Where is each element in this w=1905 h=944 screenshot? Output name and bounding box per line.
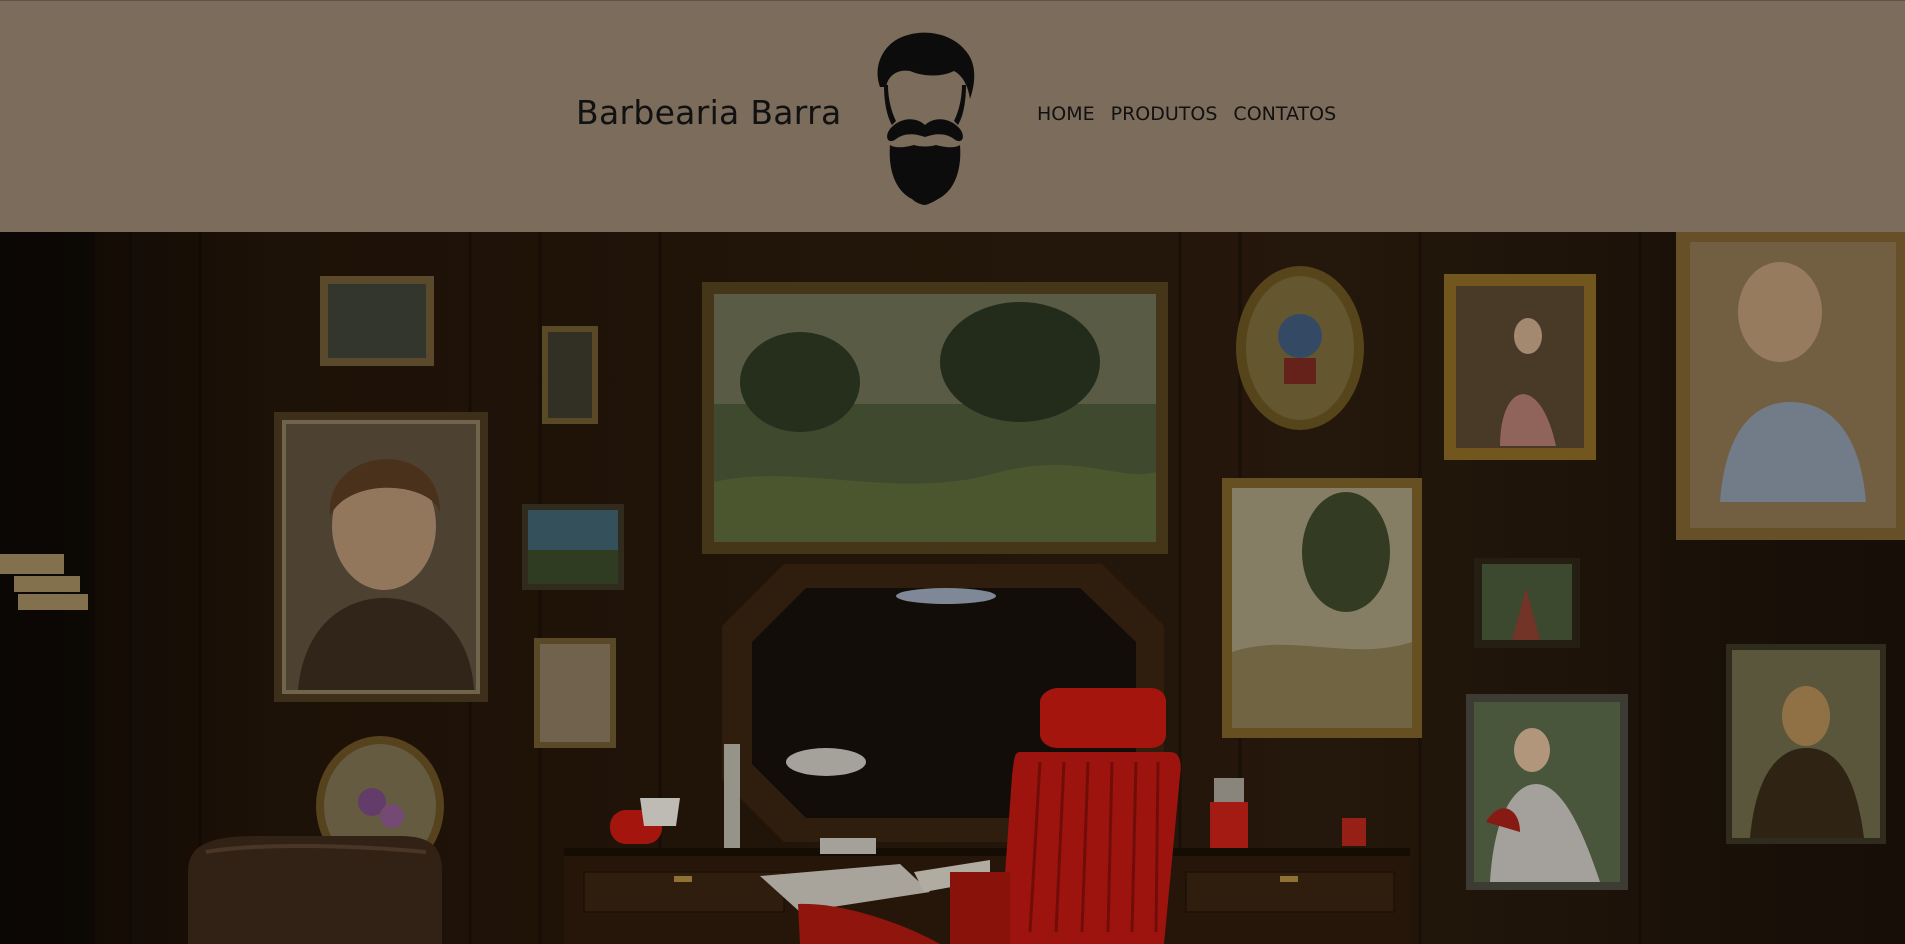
nav-produtos[interactable]: PRODUTOS (1111, 103, 1218, 125)
hero-illustration (0, 232, 1905, 944)
barbershop-interior-image (0, 232, 1905, 944)
nav-home[interactable]: HOME (1037, 103, 1095, 125)
bearded-man-icon[interactable] (870, 29, 980, 205)
brand-name[interactable]: Barbearia Barra (576, 93, 842, 132)
main-nav: HOME PRODUTOS CONTATOS (1037, 103, 1336, 125)
nav-contatos[interactable]: CONTATOS (1233, 103, 1336, 125)
site-header: Barbearia Barra HOME PRODUTOS CONTATOS (0, 0, 1905, 232)
